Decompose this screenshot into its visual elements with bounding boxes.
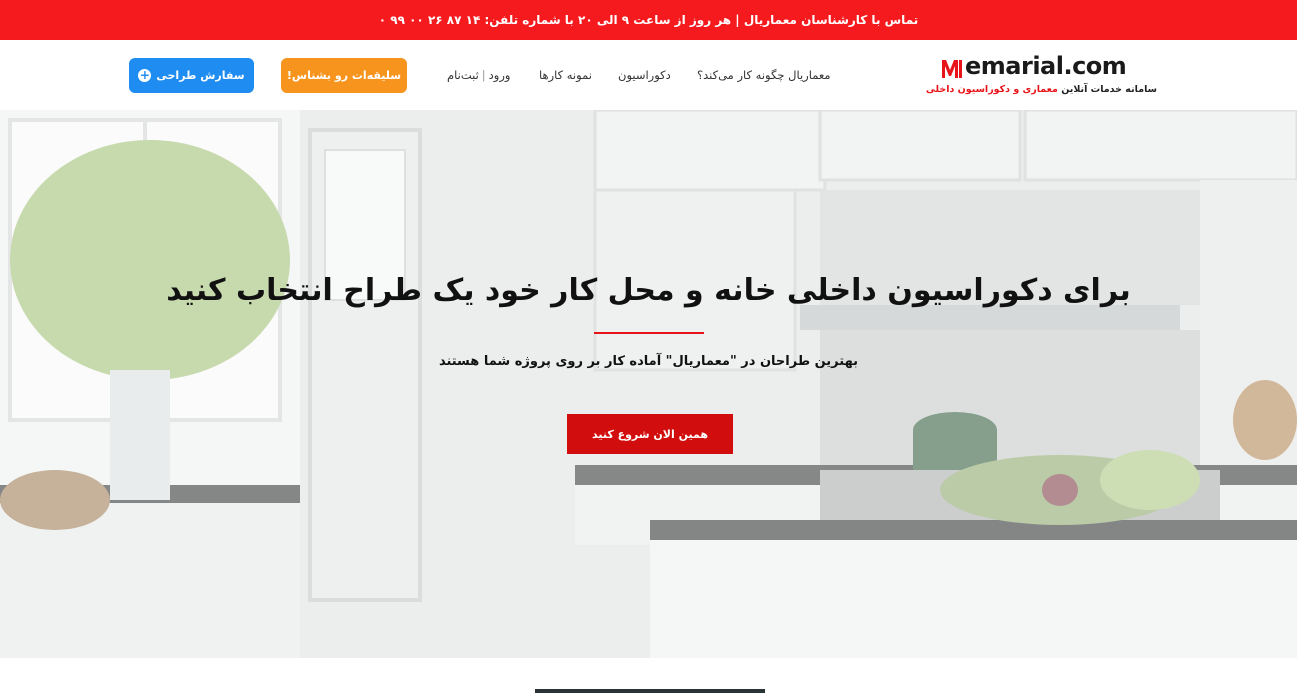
nav-separator: | (481, 68, 486, 82)
hero-section: برای دکوراسیون داخلی خانه و محل کار خود … (0, 110, 1297, 658)
nav-samples[interactable]: نمونه کارها (539, 40, 592, 110)
hero-title: برای دکوراسیون داخلی خانه و محل کار خود … (166, 273, 1131, 308)
site-header: emarial.com سامانه خدمات آنلاین معماری و… (0, 40, 1297, 110)
contact-text: تماس با کارشناسان معماریال | هر روز از س… (378, 13, 919, 27)
memarial-logo-icon (942, 60, 962, 78)
start-now-button[interactable]: همین الان شروع کنید (567, 414, 733, 454)
hero-subtitle: بهترین طراحان در "معماریال" آماده کار بر… (438, 354, 859, 369)
nav-register[interactable]: ثبت‌نام (447, 68, 479, 82)
logo-text: emarial.com (965, 52, 1127, 80)
top-announcement-bar: تماس با کارشناسان معماریال | هر روز از س… (0, 0, 1297, 40)
order-design-button[interactable]: سفارش طراحی + (129, 58, 254, 93)
order-design-label: سفارش طراحی (156, 69, 245, 82)
plus-circle-icon: + (138, 68, 152, 82)
nav-how-it-works[interactable]: معماریال چگونه کار می‌کند؟ (697, 40, 831, 110)
bottom-edge-mark (535, 689, 765, 693)
nav-decoration[interactable]: دکوراسیون (618, 40, 671, 110)
site-logo[interactable]: emarial.com سامانه خدمات آنلاین معماری و… (926, 52, 1161, 98)
nav-auth: ورود | ثبت‌نام (447, 40, 510, 110)
style-quiz-button[interactable]: سلیقه‌ات رو بشناس! (281, 58, 407, 93)
hero-overlay (0, 110, 1297, 658)
page-bottom-strip (0, 658, 1297, 693)
logo-tagline: سامانه خدمات آنلاین معماری و دکوراسیون د… (926, 84, 1157, 95)
logo-tagline-highlight: معماری و دکوراسیون داخلی (925, 84, 1058, 95)
nav-login[interactable]: ورود (489, 68, 511, 82)
hero-divider (594, 332, 704, 334)
logo-tagline-prefix: سامانه خدمات آنلاین (1057, 84, 1157, 95)
